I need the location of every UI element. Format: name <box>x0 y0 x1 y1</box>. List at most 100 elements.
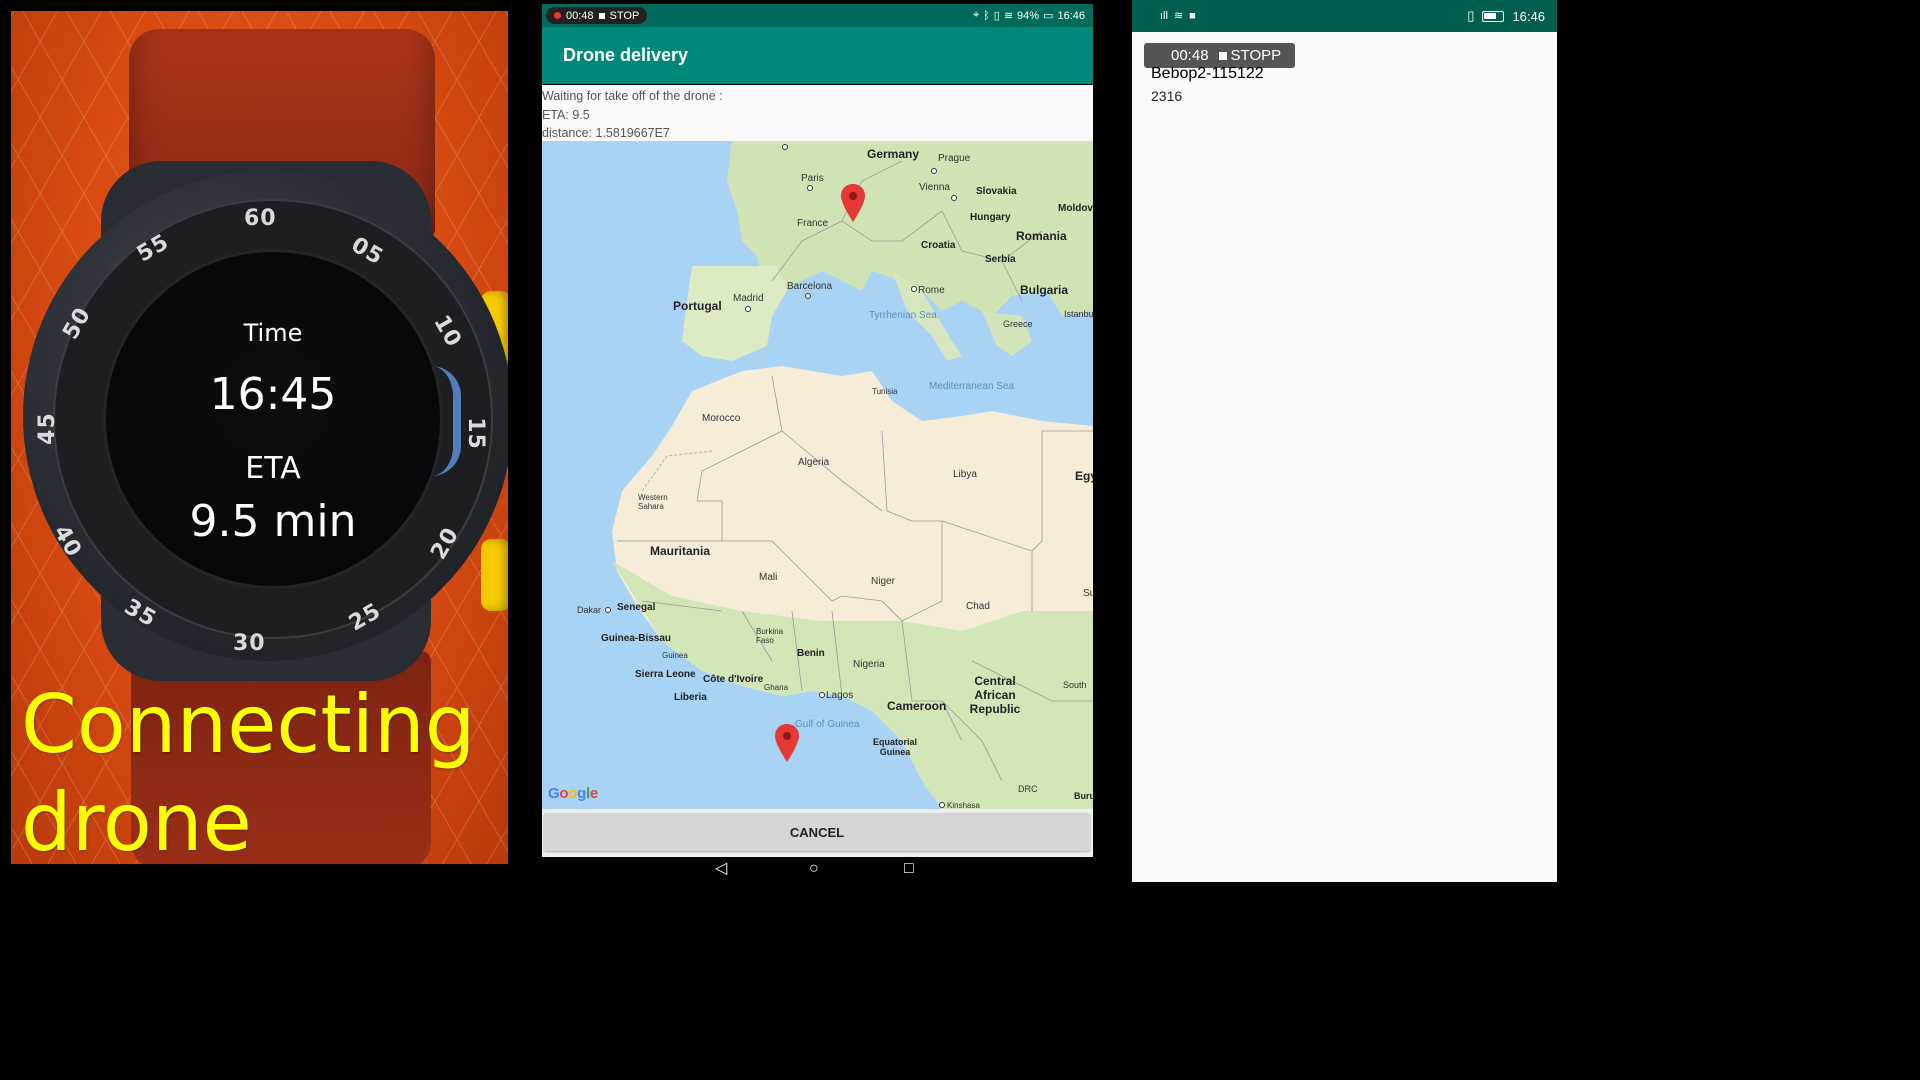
map-label: Kinshasa <box>947 801 980 809</box>
map-label: Serbia <box>985 254 1016 265</box>
map-label: Moldova <box>1058 203 1093 214</box>
map-label: Sierra Leone <box>635 669 696 680</box>
info-eta-line: ETA: 9.5 <box>542 107 590 122</box>
map-label: France <box>797 218 829 229</box>
map-label: DRC <box>1018 784 1038 794</box>
map-label: Slovakia <box>976 186 1017 197</box>
app-bar: Drone delivery <box>542 27 1093 84</box>
map-label: Guinea-Bissau <box>601 633 672 644</box>
drone-value: 2316 <box>1151 88 1183 104</box>
watch-time-value: 16:45 <box>209 369 337 420</box>
map-label: Ghana <box>764 683 789 692</box>
wifi-icon: ≋ <box>1003 10 1014 22</box>
vibrate-icon: ▯ <box>993 10 1000 22</box>
composite-screen: 60 05 10 15 20 25 30 35 40 45 50 55 Time… <box>0 0 1568 882</box>
vibrate-icon: ▯ <box>1467 8 1475 23</box>
map-label: Gulf of Guinea <box>795 719 860 730</box>
recording-dot-icon <box>554 12 561 19</box>
map-label: Egy <box>1075 469 1093 483</box>
phone-screen: 00:48 STOP ⌖ ᛒ ▯ ≋ 94% ▭ 16:46 Drone del… <box>542 4 1093 881</box>
navigation-bar: ◁ ○ □ <box>542 857 1093 881</box>
map-label: Libya <box>953 469 977 480</box>
stop-label[interactable]: STOP <box>610 10 640 22</box>
iberia <box>682 266 787 361</box>
destination-pin-icon[interactable] <box>841 184 865 222</box>
battery-icon: ▭ <box>1043 10 1054 22</box>
map-label: Western Sahara <box>638 493 668 511</box>
drone-location-pin-icon[interactable] <box>775 724 799 762</box>
home-icon[interactable]: ○ <box>809 861 819 877</box>
map-label: South <box>1063 680 1087 690</box>
map-view[interactable]: Germany Prague Paris Vienna Slovakia Mol… <box>542 141 1093 809</box>
info-distance-line: distance: 1.5819667E7 <box>542 126 670 140</box>
screen-recording-pill[interactable]: 00:48 STOP <box>546 7 648 24</box>
stop-label: STOPP <box>1230 47 1282 64</box>
map-label: Algeria <box>798 457 830 468</box>
map-label: Senegal <box>617 602 656 613</box>
status-bar: ıll ≋ ■ ▯ 16:46 <box>1132 0 1557 32</box>
stop-square-icon <box>598 12 605 19</box>
map-label: Germany <box>867 147 920 161</box>
watch-eta-label: ETA <box>245 451 301 486</box>
cancel-button[interactable]: CANCEL <box>544 813 1090 851</box>
map-label: Madrid <box>733 293 764 304</box>
status-icons: ⌖ ᛒ ▯ ≋ 94% ▭ 16:46 <box>973 9 1085 22</box>
map-label: Dakar <box>577 605 602 615</box>
status-bar: 00:48 STOP ⌖ ᛒ ▯ ≋ 94% ▭ 16:46 <box>542 4 1093 27</box>
map-label: Chad <box>966 601 990 612</box>
map-label: Tyrrhenian Sea <box>869 310 937 321</box>
map-label: Liberia <box>674 692 707 703</box>
greece <box>982 311 1032 356</box>
status-clock: 16:46 <box>1512 8 1545 24</box>
map-label: Su <box>1083 588 1093 599</box>
map-label: Guinea <box>662 651 688 660</box>
recording-time: 00:48 <box>1171 47 1209 64</box>
stop-control[interactable]: STOPP <box>1218 47 1282 64</box>
battery-percent: 94% <box>1017 9 1040 22</box>
signal-icon: ıll <box>1160 9 1168 22</box>
map-label: Istanbul <box>1064 309 1093 319</box>
location-icon: ⌖ <box>972 9 980 21</box>
battery-icon <box>1482 10 1505 22</box>
watch-time-label: Time <box>243 319 303 347</box>
bluetooth-icon: ᛒ <box>983 9 990 22</box>
watch-eta-value: 9.5 min <box>189 496 357 547</box>
map-label: Tunisia <box>872 387 898 396</box>
smartwatch-photo: 60 05 10 15 20 25 30 35 40 45 50 55 Time… <box>11 11 508 864</box>
map-label: Rome <box>918 285 945 296</box>
status-icons-right: ▯ 16:46 <box>1467 8 1545 24</box>
caption-overlay: Connecting drone <box>21 676 476 864</box>
notification-icon: ■ <box>1189 9 1196 22</box>
map-label: Cameroon <box>887 699 947 713</box>
recording-time: 00:48 <box>566 9 594 22</box>
app-title: Drone delivery <box>563 45 689 65</box>
bezel-number: 45 <box>34 412 60 445</box>
bezel-number: 30 <box>233 631 266 656</box>
cancel-area: CANCEL <box>542 809 1093 857</box>
map-label: Paris <box>801 173 824 184</box>
status-clock: 16:46 <box>1057 9 1085 22</box>
status-icons-left: ıll ≋ ■ <box>1160 9 1196 23</box>
map-label: Prague <box>938 153 971 164</box>
map-label: Greece <box>1003 319 1033 329</box>
recents-icon[interactable]: □ <box>904 861 914 877</box>
map-label: Benin <box>797 648 825 659</box>
map-label: Mediterranean Sea <box>929 381 1015 392</box>
map-label: Côte d'Ivoire <box>703 674 764 685</box>
map-label: Lagos <box>826 690 854 701</box>
map-label: Burkina Faso <box>756 627 784 645</box>
map-label: Portugal <box>673 299 722 313</box>
map-label: Vienna <box>919 182 950 193</box>
back-icon[interactable]: ◁ <box>715 861 727 877</box>
delivery-info: Waiting for take off of the drone : ETA:… <box>542 85 1093 141</box>
caption-line: Connecting <box>21 678 476 771</box>
map-label: Niger <box>871 576 895 587</box>
map-label: Morocco <box>702 413 741 424</box>
caption-line: drone <box>21 776 252 864</box>
map-label: Mauritania <box>650 544 711 558</box>
google-logo: Google <box>548 785 598 802</box>
drone-device-name: Bebop2-115122 <box>1151 65 1264 82</box>
map-label: Croatia <box>921 240 956 251</box>
bezel-number: 15 <box>462 417 488 450</box>
wifi-icon: ≋ <box>1173 10 1184 22</box>
